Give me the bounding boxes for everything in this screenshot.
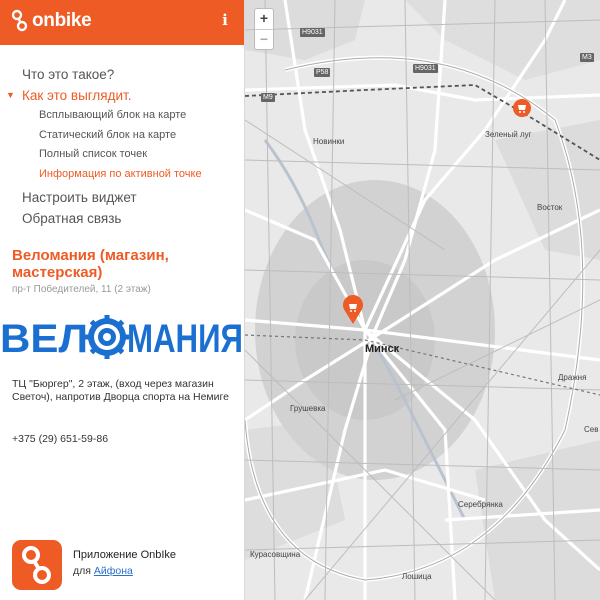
app-title: Приложение OnbIke	[73, 549, 177, 561]
svg-text:ВЕЛ: ВЕЛ	[0, 317, 88, 359]
place-title: Веломания (магазин, мастерская)	[12, 247, 169, 281]
zoom-control: + −	[254, 8, 274, 50]
nav-item-label: Обратная связь	[22, 211, 122, 226]
nav-item-label: Как это выглядит.	[22, 88, 132, 103]
label-grushevka: Грушевка	[290, 404, 326, 413]
nav-item-label: Настроить виджет	[22, 190, 137, 205]
info-icon[interactable]: i	[218, 11, 232, 29]
bike-chain-icon	[11, 9, 28, 32]
sidebar: onbike i Что это такое? ▼ Как это выгляд…	[0, 0, 245, 600]
logo-text: onbike	[32, 10, 92, 31]
sub-item-static-block[interactable]: Статический блок на карте	[0, 126, 244, 146]
label-vostok: Восток	[537, 203, 563, 212]
city-label-minsk: Минск	[365, 343, 400, 355]
triangle-down-icon: ▼	[6, 90, 15, 100]
velomania-logo: ВЕЛ МАНИЯ	[0, 315, 244, 364]
svg-text:МАНИЯ: МАНИЯ	[127, 317, 243, 359]
map-view[interactable]: Минск Новинки Зеленый луг Восток Дражня …	[245, 0, 600, 600]
place-address: пр-т Победителей, 11 (2 этаж)	[12, 284, 151, 295]
iphone-app-link[interactable]: Айфона	[94, 565, 133, 577]
label-sev: Сев	[584, 425, 599, 434]
zoom-in-button[interactable]: +	[255, 9, 273, 29]
road-shield-m9: M9	[261, 93, 275, 102]
app-prefix: для	[73, 565, 91, 577]
nav-item-configure-widget[interactable]: Настроить виджет	[0, 187, 244, 208]
nav-item-label: Что это такое?	[22, 67, 115, 82]
label-drazhnya: Дражня	[558, 373, 587, 382]
nav-item-what-is-it[interactable]: Что это такое?	[0, 64, 244, 85]
road-shield-p58: P58	[314, 68, 331, 77]
onbike-logo[interactable]: onbike	[11, 9, 92, 33]
nav-item-how-it-looks[interactable]: ▼ Как это выглядит.	[0, 85, 244, 106]
sub-item-full-list[interactable]: Полный список точек	[0, 145, 244, 165]
app-promo: Приложение OnbIke для Айфона	[12, 540, 242, 590]
zoom-out-button[interactable]: −	[255, 29, 273, 49]
road-shield-h9031-east: H9031	[413, 64, 438, 73]
label-loshitsa: Лошица	[402, 572, 432, 581]
label-novinki: Новинки	[313, 137, 345, 146]
road-shield-m3: M3	[580, 53, 594, 62]
place-description: ТЦ "Бюргер", 2 этаж, (вход через магазин…	[12, 378, 229, 403]
app-subtitle: для Айфона	[73, 565, 133, 577]
label-zeleny-lug: Зеленый луг	[485, 130, 532, 139]
map-tiles	[245, 0, 600, 600]
sub-item-popup-block[interactable]: Всплывающий блок на карте	[0, 106, 244, 126]
nav-menu: Что это такое? ▼ Как это выглядит. Всплы…	[0, 64, 244, 229]
label-seryebryanka: Серебрянка	[458, 500, 503, 509]
shop-marker-zeleny-lug[interactable]	[513, 99, 531, 117]
top-bar: onbike i	[0, 0, 244, 45]
road-shield-h9031-north: H9031	[300, 28, 325, 37]
app-icon[interactable]	[12, 540, 62, 590]
nav-item-feedback[interactable]: Обратная связь	[0, 208, 244, 229]
label-kurasovshchina: Курасовщина	[250, 550, 301, 559]
sub-item-active-point-info[interactable]: Информация по активной точке	[0, 165, 244, 185]
place-phone: +375 (29) 651-59-86	[12, 433, 109, 445]
